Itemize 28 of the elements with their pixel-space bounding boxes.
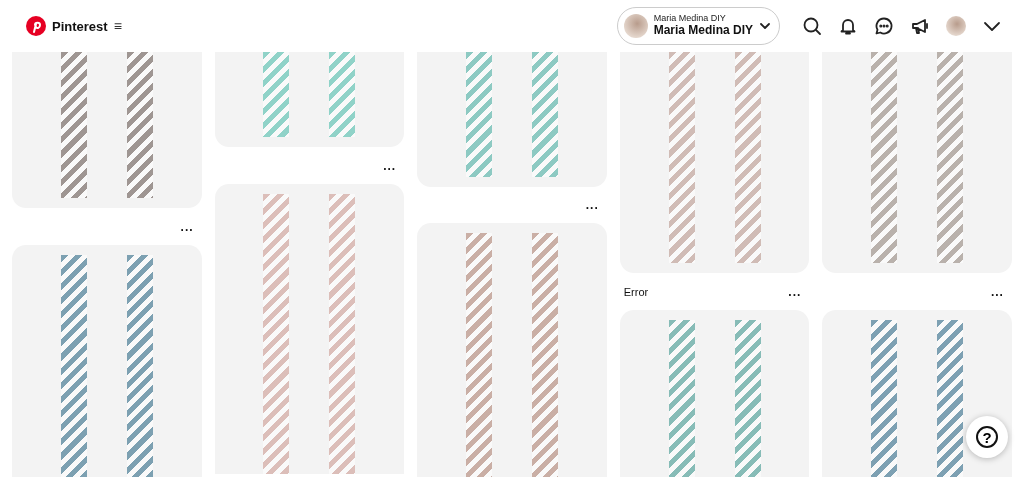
photo-placeholder[interactable]	[619, 52, 810, 274]
more-button[interactable]: ...	[788, 284, 802, 299]
avatar-icon[interactable]	[946, 16, 966, 36]
photo-placeholder[interactable]	[12, 245, 202, 477]
logo-icon[interactable]	[26, 16, 46, 36]
chevron-down-icon	[759, 20, 771, 32]
photo-placeholder[interactable]	[822, 52, 1012, 274]
photo-placeholder[interactable]	[822, 309, 1012, 477]
photo-placeholder[interactable]	[619, 309, 810, 477]
avatar-icon	[623, 14, 648, 38]
bell-icon[interactable]	[838, 16, 858, 36]
more-button[interactable]: ...	[180, 219, 194, 234]
account-name: Maria Medina DIY	[653, 24, 753, 38]
pin-title: Error	[623, 285, 650, 298]
menu-button[interactable]: ≡	[113, 18, 122, 34]
search-icon[interactable]	[802, 16, 822, 36]
megaphone-icon[interactable]	[910, 16, 930, 36]
more-button[interactable]: ...	[585, 197, 599, 212]
photo-placeholder[interactable]	[214, 52, 405, 147]
chat-icon[interactable]	[874, 16, 894, 36]
account-caption: Maria Medina DIY	[653, 14, 727, 25]
brand-name: Pinterest	[52, 18, 108, 34]
photo-placeholder[interactable]	[417, 223, 607, 477]
photo-placeholder[interactable]	[12, 52, 202, 208]
more-button[interactable]: ...	[990, 284, 1004, 299]
more-button[interactable]: ...	[383, 158, 397, 173]
photo-placeholder[interactable]	[214, 184, 405, 474]
photo-placeholder[interactable]	[417, 52, 607, 187]
